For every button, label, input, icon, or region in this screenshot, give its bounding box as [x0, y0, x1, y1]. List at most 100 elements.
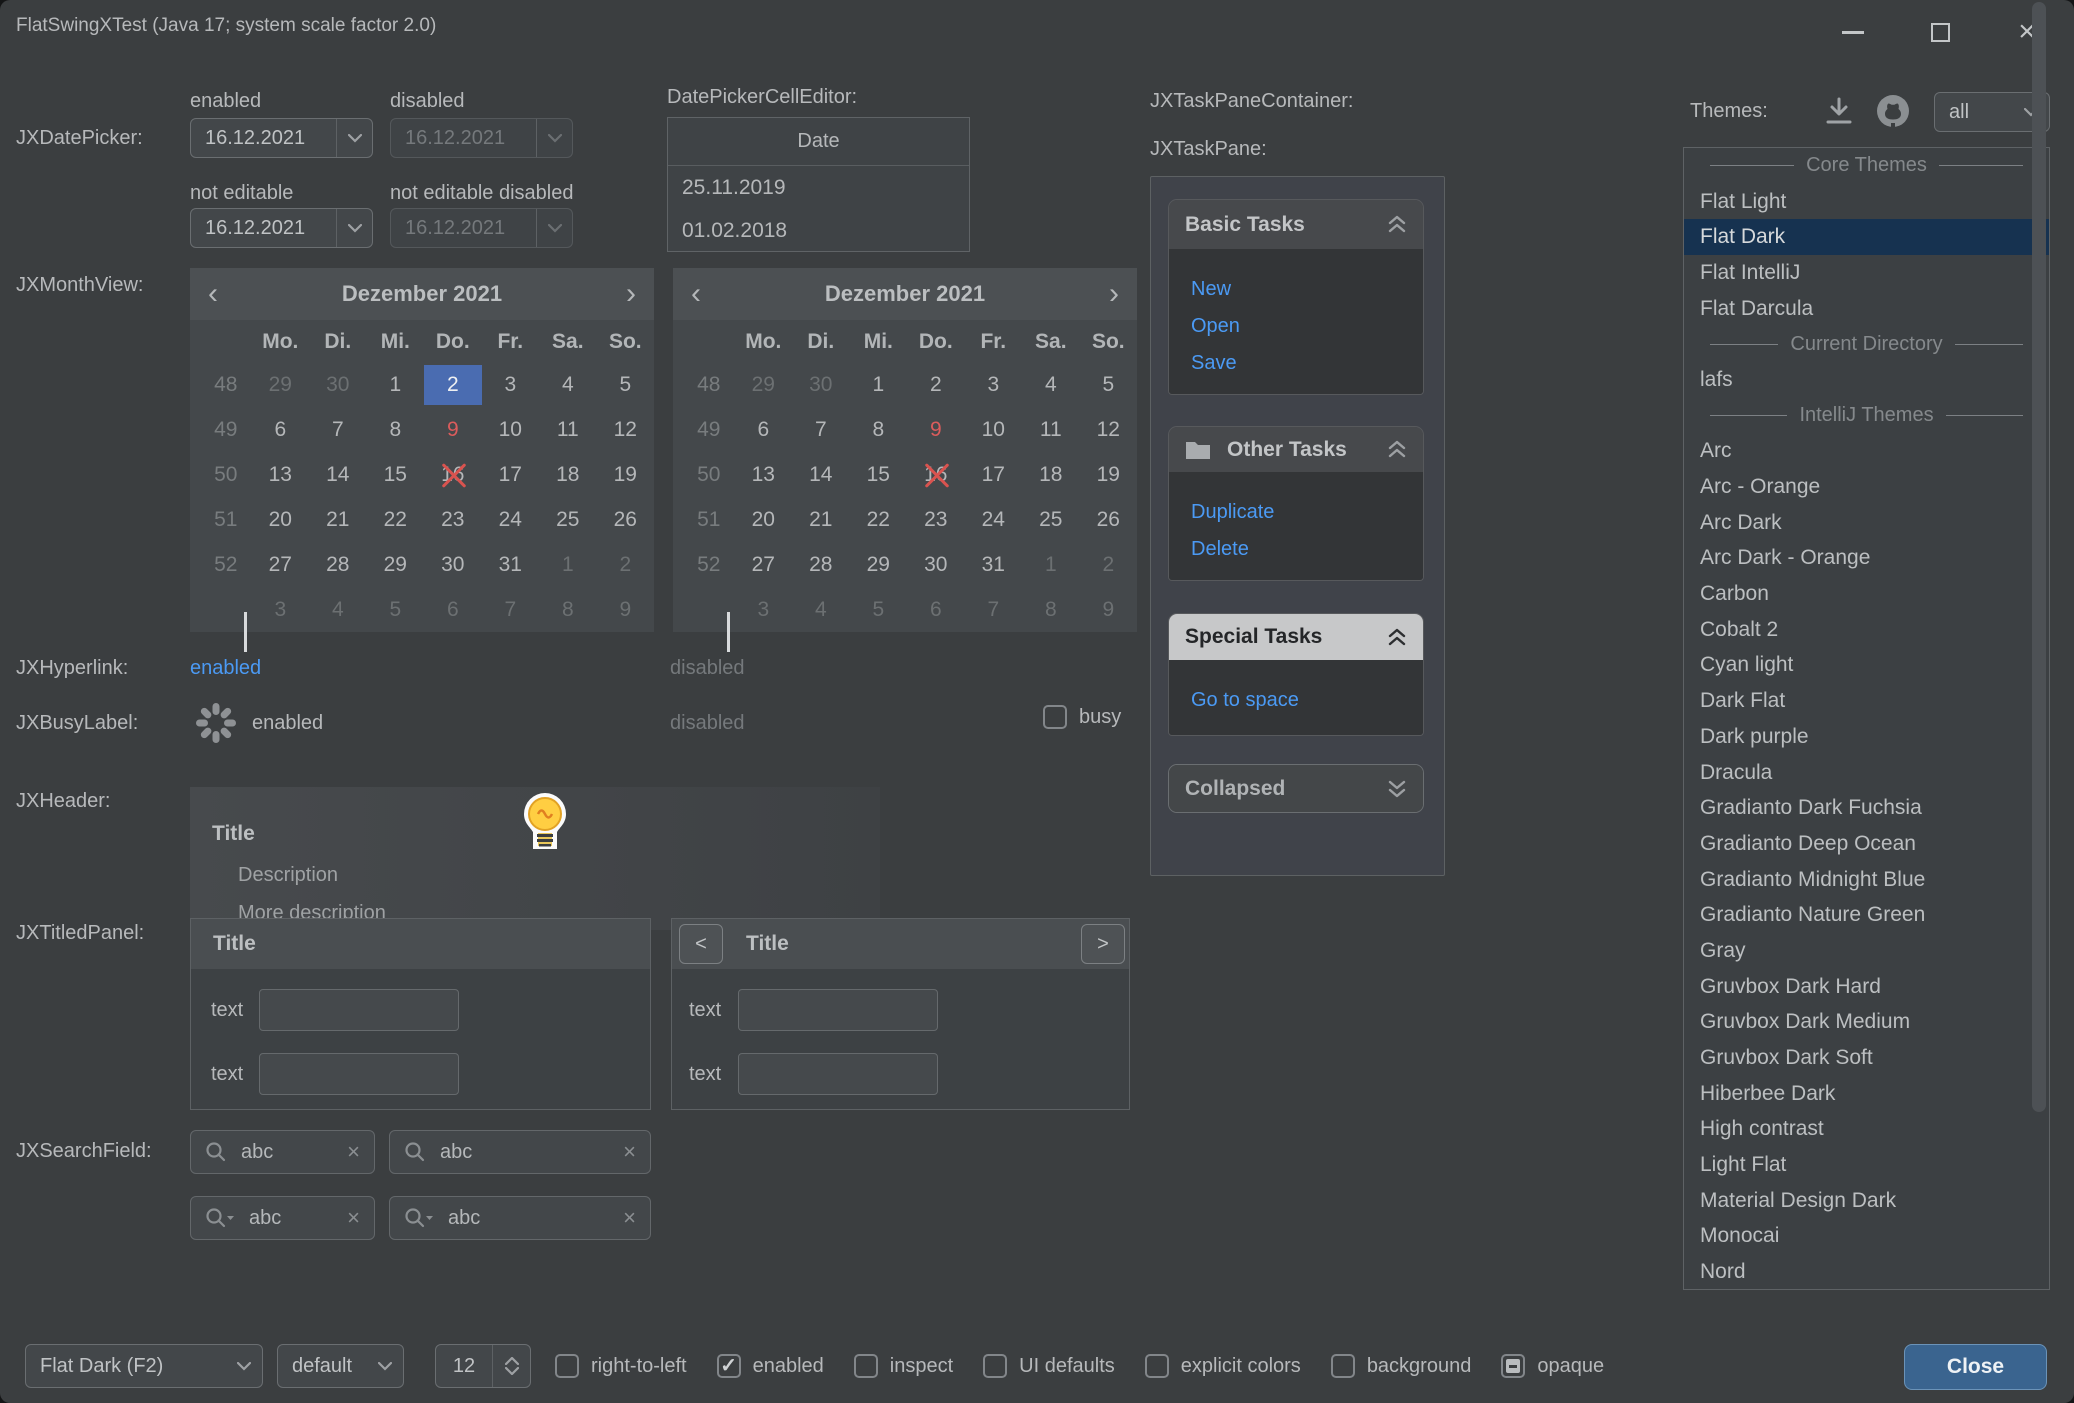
day-cell[interactable]: 8 — [367, 410, 425, 450]
day-cell[interactable]: 1 — [1022, 545, 1080, 585]
titled-panel-2-text-field-1[interactable] — [738, 989, 938, 1031]
day-cell[interactable]: 9 — [424, 410, 482, 450]
clear-search-icon[interactable]: × — [623, 1205, 636, 1231]
taskpane-link-duplicate[interactable]: Duplicate — [1191, 494, 1401, 531]
search-input-value[interactable]: abc — [434, 1207, 623, 1230]
theme-item-cyan-light[interactable]: Cyan light — [1684, 648, 2049, 684]
search-input-value[interactable]: abc — [227, 1141, 347, 1164]
minimize-button[interactable] — [1830, 14, 1876, 50]
day-cell[interactable]: 24 — [965, 500, 1023, 540]
day-cell[interactable]: 22 — [367, 500, 425, 540]
table-row[interactable]: 01.02.2018 — [668, 209, 969, 252]
day-cell[interactable]: 5 — [850, 590, 908, 630]
day-cell[interactable]: 19 — [1080, 455, 1138, 495]
day-cell[interactable]: 29 — [850, 545, 908, 585]
day-cell[interactable]: 11 — [1022, 410, 1080, 450]
taskpane-link-open[interactable]: Open — [1191, 308, 1401, 345]
theme-item-gradianto-midnight-blue[interactable]: Gradianto Midnight Blue — [1684, 862, 2049, 898]
day-cell[interactable]: 26 — [597, 500, 655, 540]
toolbar-opaque-checkbox[interactable] — [1501, 1354, 1525, 1378]
theme-item-hiberbee-dark[interactable]: Hiberbee Dark — [1684, 1076, 2049, 1112]
day-cell[interactable]: 7 — [309, 410, 367, 450]
day-cell[interactable]: 30 — [907, 545, 965, 585]
day-cell[interactable]: 25 — [539, 500, 597, 540]
day-cell[interactable]: 18 — [539, 455, 597, 495]
theme-item-gruvbox-dark-medium[interactable]: Gruvbox Dark Medium — [1684, 1005, 2049, 1041]
toolbar-ui-defaults-checkbox[interactable] — [983, 1354, 1007, 1378]
download-icon[interactable] — [1822, 96, 1856, 128]
day-cell[interactable]: 1 — [367, 365, 425, 405]
toolbar-background-checkbox[interactable] — [1331, 1354, 1355, 1378]
day-cell[interactable]: 26 — [1080, 500, 1138, 540]
theme-item-material-design-dark[interactable]: Material Design Dark — [1684, 1183, 2049, 1219]
day-cell[interactable]: 29 — [252, 365, 310, 405]
day-cell[interactable]: 20 — [735, 500, 793, 540]
expand-icon[interactable] — [1387, 779, 1407, 798]
day-cell[interactable]: 29 — [735, 365, 793, 405]
collapse-icon[interactable] — [1387, 440, 1407, 459]
day-cell[interactable]: 3 — [965, 365, 1023, 405]
day-cell[interactable]: 12 — [1080, 410, 1138, 450]
day-cell[interactable]: 22 — [850, 500, 908, 540]
theme-item-carbon[interactable]: Carbon — [1684, 576, 2049, 612]
day-cell[interactable]: 30 — [424, 545, 482, 585]
titled-panel-next-button[interactable]: > — [1081, 924, 1125, 964]
day-cell[interactable]: 21 — [309, 500, 367, 540]
day-cell[interactable]: 18 — [1022, 455, 1080, 495]
day-cell[interactable]: 5 — [1080, 365, 1138, 405]
theme-item-lafs[interactable]: lafs — [1684, 362, 2049, 398]
taskpane-link-delete[interactable]: Delete — [1191, 531, 1401, 568]
day-cell[interactable]: 8 — [539, 590, 597, 630]
day-cell[interactable]: 16 — [907, 455, 965, 495]
day-cell[interactable]: 20 — [252, 500, 310, 540]
day-cell[interactable]: 17 — [482, 455, 540, 495]
clear-search-icon[interactable]: × — [347, 1205, 360, 1231]
theme-item-gruvbox-dark-soft[interactable]: Gruvbox Dark Soft — [1684, 1040, 2049, 1076]
day-cell[interactable]: 4 — [539, 365, 597, 405]
toolbar-explicit-colors-checkbox[interactable] — [1145, 1354, 1169, 1378]
monthview-calendar-2[interactable]: ‹Dezember 2021›Mo.Di.Mi.Do.Fr.Sa.So.4829… — [673, 268, 1137, 632]
prev-month-icon[interactable]: ‹ — [208, 279, 218, 309]
day-cell[interactable]: 5 — [597, 365, 655, 405]
theme-item-nord[interactable]: Nord — [1684, 1254, 2049, 1290]
theme-item-gruvbox-dark-hard[interactable]: Gruvbox Dark Hard — [1684, 969, 2049, 1005]
day-cell[interactable]: 13 — [252, 455, 310, 495]
clear-search-icon[interactable]: × — [347, 1139, 360, 1165]
day-cell[interactable]: 28 — [792, 545, 850, 585]
laf-combo[interactable]: Flat Dark (F2) — [25, 1344, 263, 1388]
taskpane-header[interactable]: Special Tasks — [1169, 614, 1423, 660]
taskpane-link-new[interactable]: New — [1191, 271, 1401, 308]
day-cell[interactable]: 9 — [597, 590, 655, 630]
day-cell[interactable]: 29 — [367, 545, 425, 585]
theme-item-arc[interactable]: Arc — [1684, 434, 2049, 470]
day-cell[interactable]: 6 — [735, 410, 793, 450]
next-month-icon[interactable]: › — [626, 279, 636, 309]
style-combo[interactable]: default — [277, 1344, 404, 1388]
day-cell[interactable]: 6 — [424, 590, 482, 630]
day-cell[interactable]: 14 — [309, 455, 367, 495]
day-cell[interactable]: 3 — [482, 365, 540, 405]
theme-item-arc-dark[interactable]: Arc Dark — [1684, 505, 2049, 541]
theme-item-dracula[interactable]: Dracula — [1684, 755, 2049, 791]
theme-item-flat-dark[interactable]: Flat Dark — [1684, 219, 2049, 255]
day-cell[interactable]: 16 — [424, 455, 482, 495]
github-icon[interactable] — [1874, 92, 1912, 130]
day-cell[interactable]: 23 — [424, 500, 482, 540]
day-cell[interactable]: 8 — [1022, 590, 1080, 630]
collapse-icon[interactable] — [1387, 215, 1407, 234]
search-field-4[interactable]: abc× — [389, 1196, 651, 1240]
day-cell[interactable]: 4 — [1022, 365, 1080, 405]
theme-item-dark-purple[interactable]: Dark purple — [1684, 719, 2049, 755]
day-cell[interactable]: 13 — [735, 455, 793, 495]
day-cell[interactable]: 23 — [907, 500, 965, 540]
chevron-down-icon[interactable] — [336, 119, 372, 157]
collapse-icon[interactable] — [1387, 628, 1407, 647]
day-cell[interactable]: 14 — [792, 455, 850, 495]
spinner-buttons[interactable] — [492, 1345, 530, 1387]
close-button[interactable]: Close — [1904, 1344, 2047, 1390]
day-cell[interactable]: 27 — [252, 545, 310, 585]
titled-panel-1-text-field-2[interactable] — [259, 1053, 459, 1095]
prev-month-icon[interactable]: ‹ — [691, 279, 701, 309]
day-cell[interactable]: 3 — [735, 590, 793, 630]
day-cell[interactable]: 9 — [907, 410, 965, 450]
